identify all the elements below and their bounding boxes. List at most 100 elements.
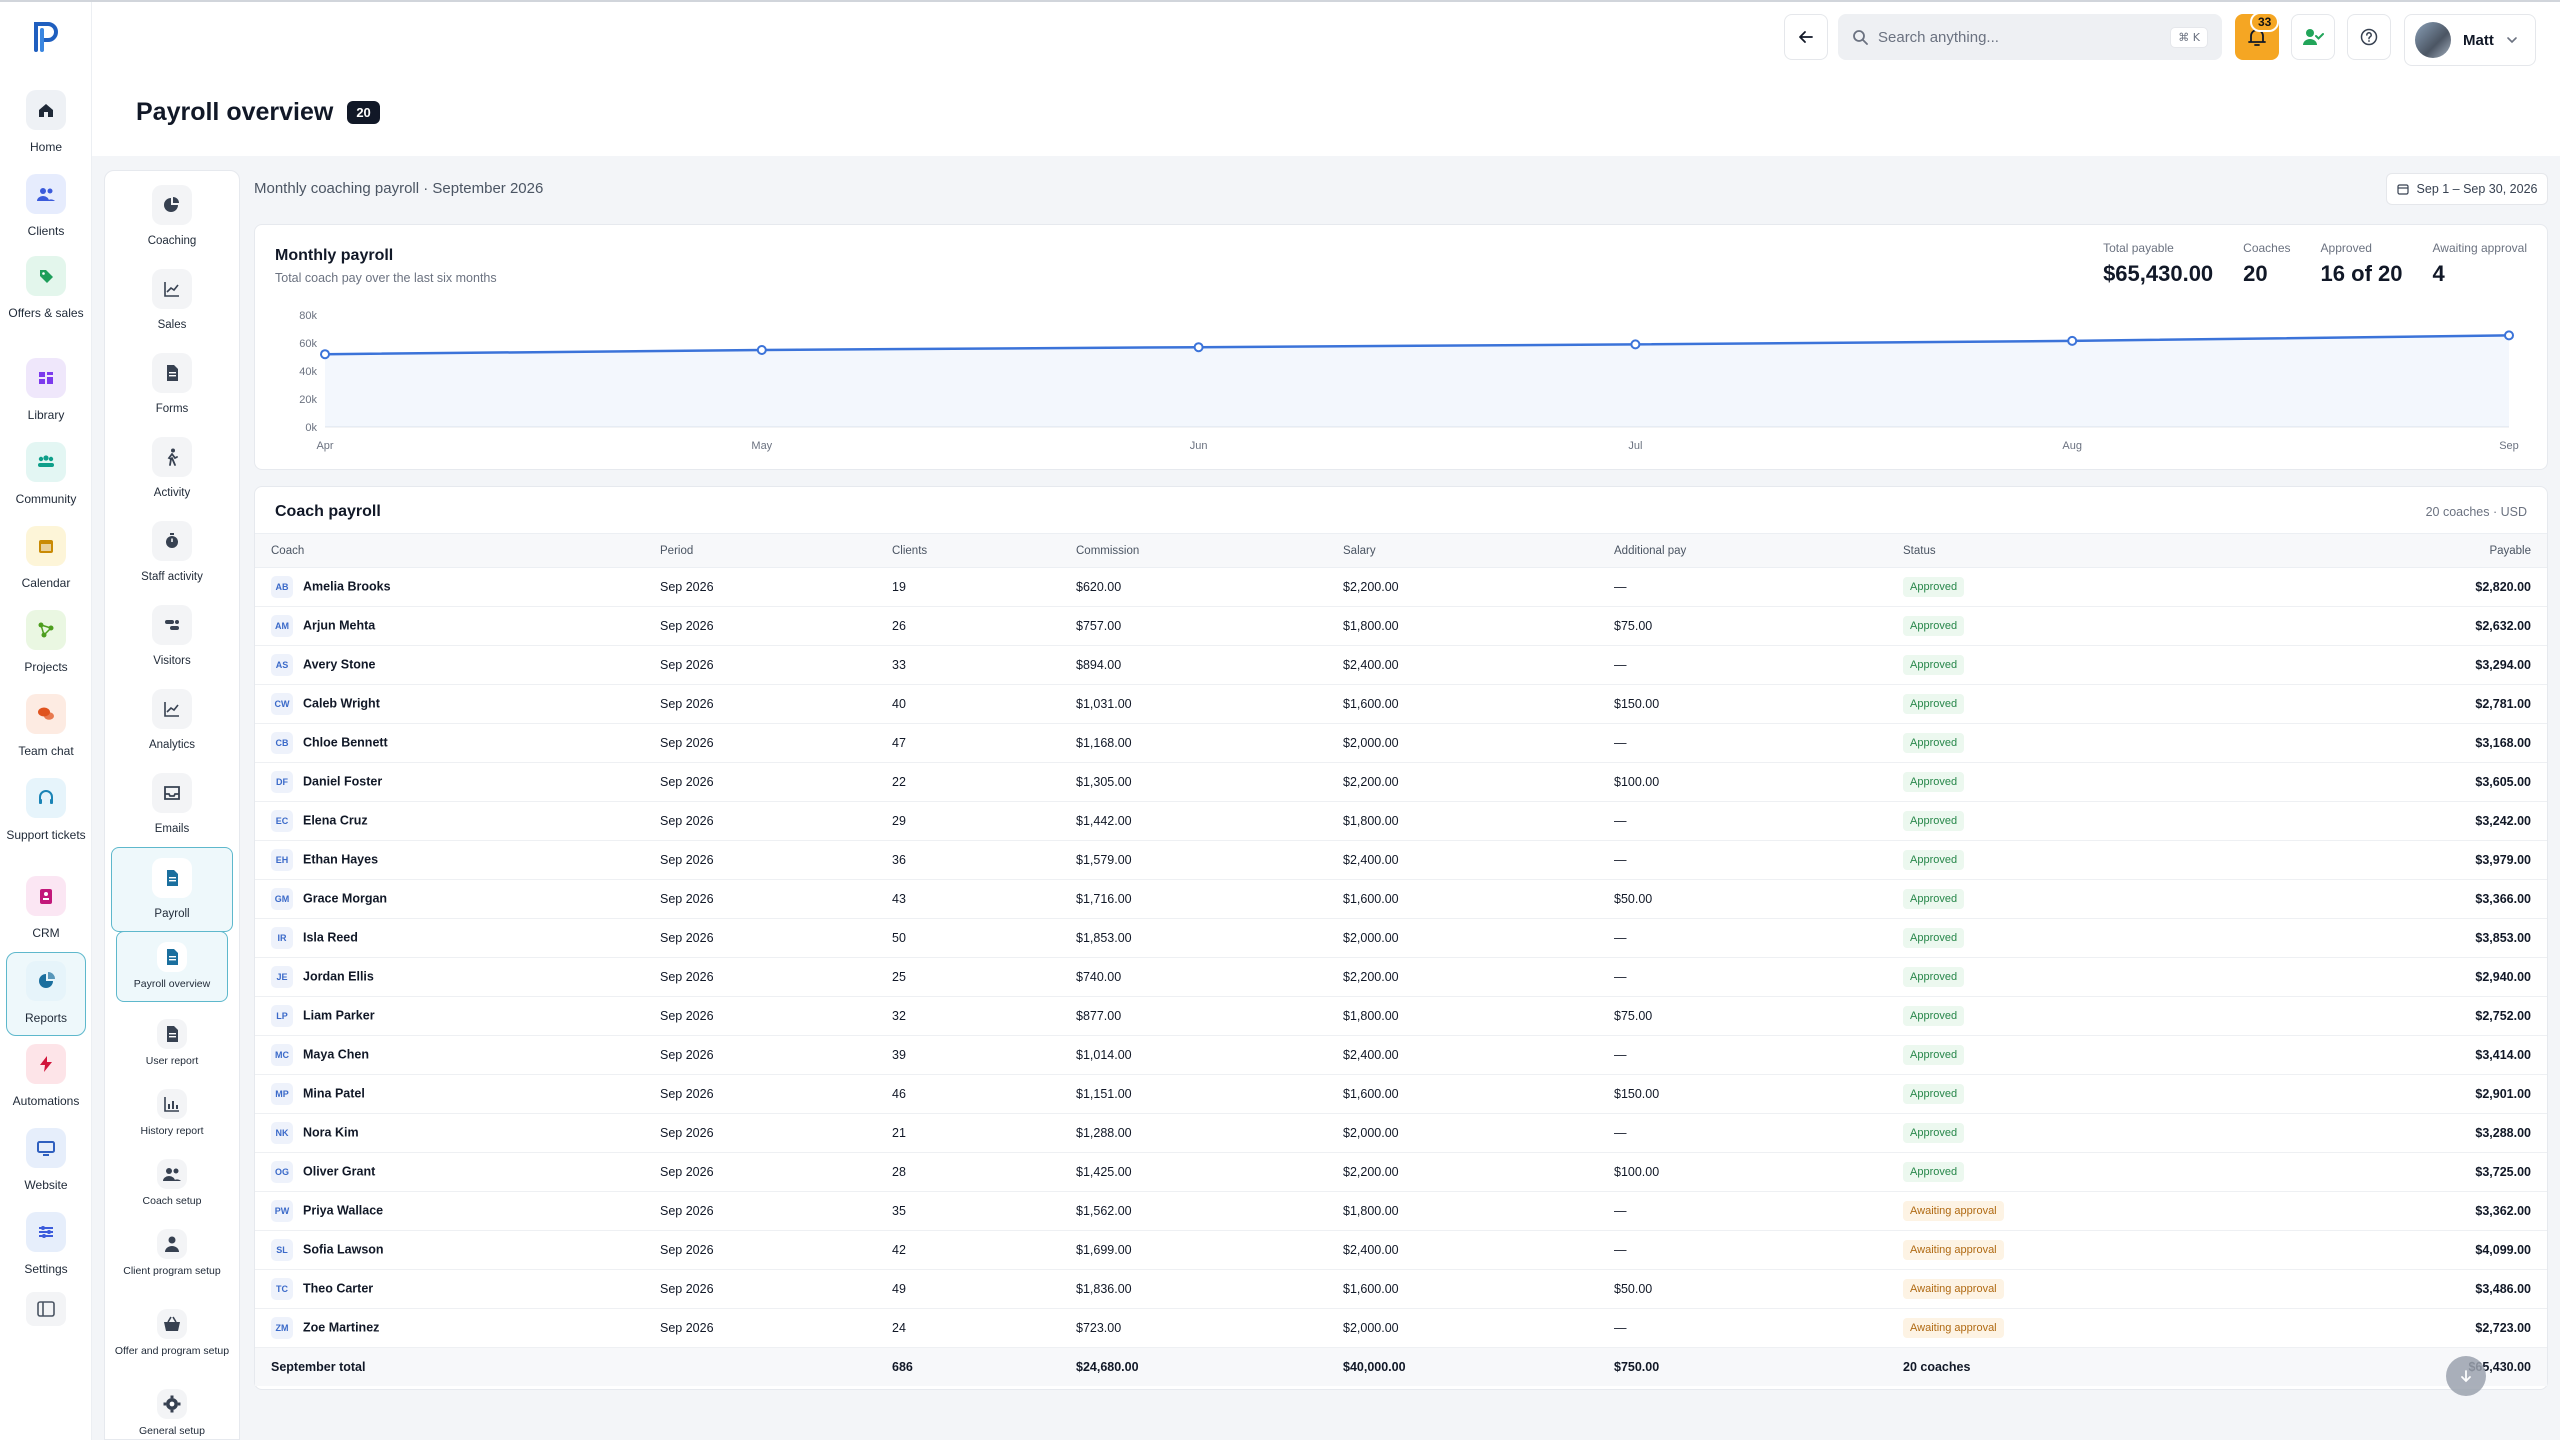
coach-cell[interactable]: EC Elena Cruz	[255, 801, 660, 841]
table-row[interactable]: EC Elena Cruz Sep 2026 29 $1,442.00 $1,800.00…	[255, 801, 2547, 841]
coach-cell[interactable]: CB Chloe Bennett	[255, 723, 660, 763]
sidebar-item-crm[interactable]: CRM	[6, 876, 86, 940]
coach-cell[interactable]: GM Grace Morgan	[255, 879, 660, 919]
sidebar-item-calendar[interactable]: Calendar	[6, 526, 86, 590]
column-header-coach[interactable]: Coach	[255, 533, 660, 568]
users-icon	[26, 174, 66, 214]
coach-cell[interactable]: IR Isla Reed	[255, 918, 660, 958]
status-cell: Approved	[1903, 918, 2183, 958]
table-row[interactable]: LP Liam Parker Sep 2026 32 $877.00 $1,800.00 $…	[255, 996, 2547, 1036]
subnav-item-payroll[interactable]: Payroll	[111, 847, 233, 932]
commission-cell: $1,853.00	[1076, 918, 1343, 958]
subnav-item-coach-setup[interactable]: Coach setup	[111, 1159, 233, 1208]
table-row[interactable]: MC Maya Chen Sep 2026 39 $1,014.00 $2,400.00—…	[255, 1035, 2547, 1075]
document-icon	[152, 353, 192, 393]
sidebar-item-automations[interactable]: Automations	[6, 1044, 86, 1108]
table-row[interactable]: PW Priya Wallace Sep 2026 35 $1,562.00 $1,800…	[255, 1191, 2547, 1231]
table-row[interactable]: IR Isla Reed Sep 2026 50 $1,853.00 $2,000.00—…	[255, 918, 2547, 958]
clients-cell: 43	[892, 879, 1076, 919]
coach-name: Jordan Ellis	[303, 969, 374, 984]
column-header-payable[interactable]: Payable	[2183, 533, 2547, 568]
coach-cell[interactable]: SL Sofia Lawson	[255, 1230, 660, 1270]
table-row[interactable]: ZM Zoe Martinez Sep 2026 24 $723.00 $2,000.00…	[255, 1308, 2547, 1348]
inbox-icon	[152, 773, 192, 813]
coach-cell[interactable]: CW Caleb Wright	[255, 684, 660, 724]
avatar	[2415, 22, 2451, 58]
coach-cell[interactable]: PW Priya Wallace	[255, 1191, 660, 1231]
column-header-salary[interactable]: Salary	[1343, 533, 1614, 568]
table-row[interactable]: TC Theo Carter Sep 2026 49 $1,836.00 $1,600.0…	[255, 1269, 2547, 1309]
user-menu-button[interactable]: Matt	[2404, 14, 2536, 66]
sidebar-item-website[interactable]: Website	[6, 1128, 86, 1192]
coach-cell[interactable]: MP Mina Patel	[255, 1074, 660, 1114]
help-button[interactable]	[2347, 14, 2391, 60]
table-row[interactable]: JE Jordan Ellis Sep 2026 25 $740.00 $2,200.00…	[255, 957, 2547, 997]
table-row[interactable]: AS Avery Stone Sep 2026 33 $894.00 $2,400.00—…	[255, 645, 2547, 685]
coach-cell[interactable]: LP Liam Parker	[255, 996, 660, 1036]
search-input[interactable]	[1878, 28, 2158, 46]
sidebar-item-reports[interactable]: Reports	[6, 952, 86, 1036]
subnav-item-history-report[interactable]: History report	[111, 1089, 233, 1138]
sidebar-item-offers-sales[interactable]: Offers & sales	[6, 256, 86, 320]
table-row[interactable]: MP Mina Patel Sep 2026 46 $1,151.00 $1,600.00…	[255, 1074, 2547, 1114]
table-row[interactable]: CW Caleb Wright Sep 2026 40 $1,031.00 $1,600.…	[255, 684, 2547, 724]
online-status-button[interactable]	[2291, 14, 2335, 60]
sidebar-item-projects[interactable]: Projects	[6, 610, 86, 674]
search-bar[interactable]: ⌘ K	[1838, 14, 2222, 60]
table-row[interactable]: AB Amelia Brooks Sep 2026 19 $620.00 $2,200.0…	[255, 567, 2547, 607]
coach-cell[interactable]: AS Avery Stone	[255, 645, 660, 685]
back-button[interactable]	[1784, 14, 1828, 60]
subnav-item-staff-activity[interactable]: Staff activity	[111, 521, 233, 584]
sidebar-item-support-tickets[interactable]: Support tickets	[6, 778, 86, 842]
table-row[interactable]: DF Daniel Foster Sep 2026 22 $1,305.00 $2,200…	[255, 762, 2547, 802]
coach-cell[interactable]: TC Theo Carter	[255, 1269, 660, 1309]
subnav-item-analytics[interactable]: Analytics	[111, 689, 233, 752]
coach-cell[interactable]: AB Amelia Brooks	[255, 567, 660, 607]
subnav-item-user-report[interactable]: User report	[111, 1019, 233, 1068]
coach-cell[interactable]: AM Arjun Mehta	[255, 606, 660, 646]
subnav-item-payroll-overview[interactable]: Payroll overview	[116, 931, 228, 1002]
table-row[interactable]: CB Chloe Bennett Sep 2026 47 $1,168.00 $2,000…	[255, 723, 2547, 763]
coach-cell[interactable]: ZM Zoe Martinez	[255, 1308, 660, 1348]
subnav-item-emails[interactable]: Emails	[111, 773, 233, 836]
column-header-clients[interactable]: Clients	[892, 533, 1076, 568]
sidebar-item-label: CRM	[32, 926, 60, 940]
sidebar-item-library[interactable]: Library	[6, 358, 86, 422]
coach-cell[interactable]: EH Ethan Hayes	[255, 840, 660, 880]
date-range-picker[interactable]: Sep 1 – Sep 30, 2026	[2386, 173, 2548, 205]
coach-cell[interactable]: NK Nora Kim	[255, 1113, 660, 1153]
table-row[interactable]: AM Arjun Mehta Sep 2026 26 $757.00 $1,800.00 $…	[255, 606, 2547, 646]
coach-cell[interactable]: OG Oliver Grant	[255, 1152, 660, 1192]
subnav-item-visitors[interactable]: Visitors	[111, 605, 233, 668]
subnav-item-coaching[interactable]: Coaching	[111, 185, 233, 248]
subnav-item-offer-and-program-setup[interactable]: Offer and program setup	[111, 1309, 233, 1358]
sidebar-item-home[interactable]: Home	[6, 90, 86, 154]
column-header-additional-pay[interactable]: Additional pay	[1614, 533, 1903, 568]
crm-icon	[26, 876, 66, 916]
table-row[interactable]: SL Sofia Lawson Sep 2026 42 $1,699.00 $2,400.…	[255, 1230, 2547, 1270]
sidebar-item-team-chat[interactable]: Team chat	[6, 694, 86, 758]
coach-cell[interactable]: JE Jordan Ellis	[255, 957, 660, 997]
table-row[interactable]: OG Oliver Grant Sep 2026 28 $1,425.00 $2,200.…	[255, 1152, 2547, 1192]
coach-initials-avatar: EC	[271, 810, 293, 832]
subnav-item-client-program-setup[interactable]: Client program setup	[111, 1229, 233, 1278]
collapse-sidebar-icon[interactable]	[26, 1292, 66, 1326]
subnav-item-general-setup[interactable]: General setup	[111, 1389, 233, 1438]
column-header-commission[interactable]: Commission	[1076, 533, 1343, 568]
subnav-item-sales[interactable]: Sales	[111, 269, 233, 332]
sidebar-item-clients[interactable]: Clients	[6, 174, 86, 238]
coach-cell[interactable]: DF Daniel Foster	[255, 762, 660, 802]
sidebar-item-settings[interactable]: Settings	[6, 1212, 86, 1276]
app-logo-icon[interactable]	[28, 14, 64, 54]
coach-cell[interactable]: MC Maya Chen	[255, 1035, 660, 1075]
subnav-item-forms[interactable]: Forms	[111, 353, 233, 416]
table-row[interactable]: GM Grace Morgan Sep 2026 43 $1,716.00 $1,600.…	[255, 879, 2547, 919]
table-row[interactable]: EH Ethan Hayes Sep 2026 36 $1,579.00 $2,400.0…	[255, 840, 2547, 880]
scroll-down-button[interactable]	[2446, 1356, 2486, 1396]
table-row[interactable]: NK Nora Kim Sep 2026 21 $1,288.00 $2,000.00— A…	[255, 1113, 2547, 1153]
column-header-status[interactable]: Status	[1903, 533, 2183, 568]
column-header-period[interactable]: Period	[660, 533, 892, 568]
subnav-item-activity[interactable]: Activity	[111, 437, 233, 500]
sidebar-item-community[interactable]: Community	[6, 442, 86, 506]
coach-name: Mina Patel	[303, 1086, 365, 1101]
